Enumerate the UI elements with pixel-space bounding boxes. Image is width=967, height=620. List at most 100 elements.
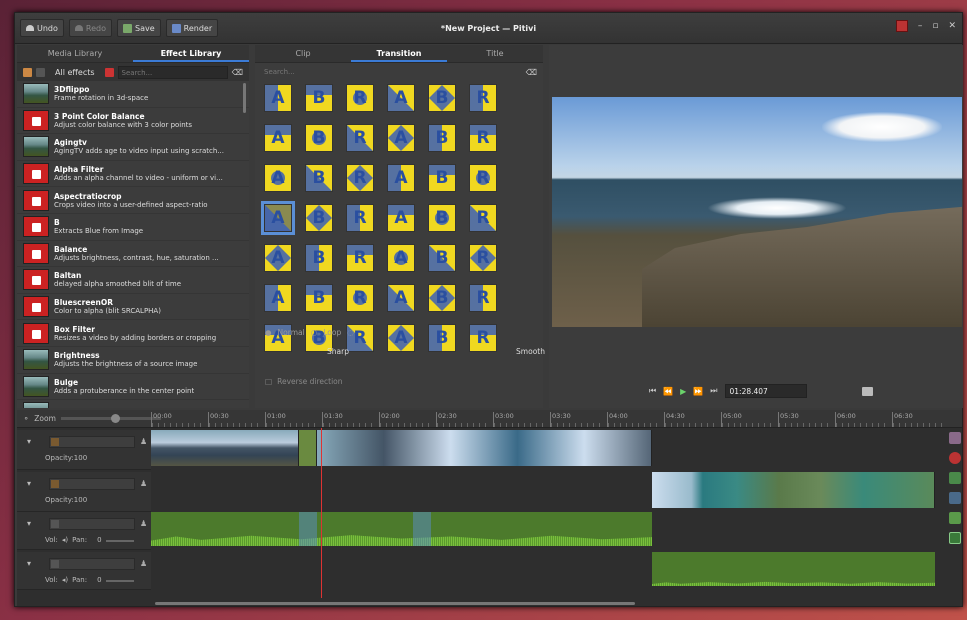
transition-thumbnail[interactable]: A — [264, 284, 292, 312]
expand-arrow-icon[interactable]: ▾ — [27, 559, 31, 568]
video-clip[interactable] — [317, 430, 652, 466]
redo-button[interactable]: Redo — [68, 19, 112, 37]
pan-slider[interactable] — [105, 540, 134, 542]
goto-end-icon[interactable]: ⏭ — [710, 386, 717, 396]
align-icon[interactable] — [949, 512, 961, 524]
rewind-icon[interactable]: ⏪ — [663, 387, 673, 396]
transition-thumbnail[interactable]: B — [305, 244, 333, 272]
effect-list-scrollbar[interactable] — [243, 83, 246, 113]
zoom-slider[interactable] — [60, 414, 161, 423]
transition-thumbnail[interactable]: B — [428, 204, 456, 232]
detach-viewer-icon[interactable] — [861, 386, 873, 396]
timeline-scrollbar[interactable] — [155, 602, 635, 605]
transition-search-input[interactable]: Search... — [261, 65, 522, 79]
pan-slider[interactable] — [105, 580, 134, 582]
layer-name-field[interactable] — [49, 436, 135, 448]
audio-transition[interactable] — [413, 512, 431, 546]
tab-transition[interactable]: Transition — [351, 45, 447, 62]
transition-thumbnail[interactable]: A — [387, 204, 415, 232]
transition-thumbnail[interactable]: A — [264, 84, 292, 112]
transition-thumbnail[interactable]: R — [469, 84, 497, 112]
transition-thumbnail[interactable]: R — [346, 244, 374, 272]
fast-forward-icon[interactable]: ⏩ — [693, 387, 703, 396]
solo-icon[interactable]: ♟ — [140, 519, 147, 528]
minimize-icon[interactable]: – — [918, 21, 923, 31]
effect-item[interactable]: 3Dflippo Frame rotation in 3d-space — [17, 81, 249, 108]
video-clip[interactable] — [151, 430, 299, 466]
audio-clip[interactable] — [151, 512, 652, 546]
transition-thumbnail[interactable]: B — [428, 124, 456, 152]
transition-thumbnail[interactable]: A — [387, 164, 415, 192]
transition-thumbnail[interactable]: A — [264, 124, 292, 152]
effect-item[interactable]: Agingtv AgingTV adds age to video input u… — [17, 134, 249, 161]
maximize-icon[interactable]: ▫ — [932, 21, 938, 31]
transition-thumbnail[interactable]: R — [346, 204, 374, 232]
split-icon[interactable] — [949, 432, 961, 444]
transition-thumbnail[interactable]: A — [261, 201, 295, 235]
ungroup-icon[interactable] — [949, 492, 961, 504]
effect-search-input[interactable]: Search... — [117, 65, 228, 79]
video-effects-icon[interactable] — [23, 67, 32, 77]
opacity-value[interactable]: 100 — [74, 496, 87, 504]
timecode-field[interactable]: 01:28.407 — [724, 384, 807, 398]
effect-item[interactable]: Bulge Adds a protuberance in the center p… — [17, 374, 249, 401]
effect-item[interactable]: Baltan delayed alpha smoothed blit of tim… — [17, 267, 249, 294]
transition-thumbnail[interactable]: B — [428, 84, 456, 112]
solo-icon[interactable]: ♟ — [140, 559, 147, 568]
transition-thumbnail[interactable]: B — [305, 84, 333, 112]
delete-icon[interactable] — [949, 452, 961, 464]
loop-radio[interactable]: ○ — [311, 328, 318, 337]
transition-thumbnail[interactable]: B — [428, 244, 456, 272]
effect-item[interactable]: B Extracts Blue from Image — [17, 214, 249, 241]
audio-transition[interactable] — [299, 512, 317, 546]
effect-item[interactable]: Aspectratiocrop Crops video into a user-d… — [17, 187, 249, 214]
pan-value[interactable]: 0 — [97, 536, 101, 544]
play-icon[interactable]: ▶ — [680, 387, 686, 396]
effect-item[interactable]: Box Filter Resizes a video by adding bord… — [17, 320, 249, 347]
transition-thumbnail[interactable]: B — [305, 204, 333, 232]
effect-item[interactable]: BluescreenOR Color to alpha (blit SRCALPH… — [17, 294, 249, 321]
transition-thumbnail[interactable]: B — [305, 164, 333, 192]
audio-clip[interactable] — [652, 552, 935, 586]
effect-item[interactable]: Brightness Adjusts the brightness of a so… — [17, 347, 249, 374]
layer-name-field[interactable] — [49, 558, 135, 570]
transition-thumbnail[interactable]: B — [428, 164, 456, 192]
group-icon[interactable] — [949, 472, 961, 484]
effect-item[interactable]: Balance Adjusts brightness, contrast, hue… — [17, 241, 249, 268]
fullscreen-icon[interactable] — [895, 20, 908, 32]
video-clip[interactable] — [652, 472, 935, 508]
transition-thumbnail[interactable]: R — [469, 204, 497, 232]
transition-clip[interactable] — [299, 430, 317, 466]
tab-media-library[interactable]: Media Library — [17, 45, 133, 62]
transition-thumbnail[interactable]: R — [346, 284, 374, 312]
effect-item[interactable]: 3 Point Color Balance Adjust color balanc… — [17, 108, 249, 135]
close-icon[interactable]: ✕ — [948, 21, 956, 31]
transition-thumbnail[interactable]: B — [305, 284, 333, 312]
goto-start-icon[interactable]: ⏮ — [649, 386, 656, 396]
transition-thumbnail[interactable]: A — [387, 84, 415, 112]
transition-thumbnail[interactable]: A — [387, 124, 415, 152]
expand-arrow-icon[interactable]: ▾ — [27, 437, 31, 446]
layer-name-field[interactable] — [49, 478, 135, 490]
render-button[interactable]: Render — [165, 19, 219, 37]
pan-value[interactable]: 0 — [97, 576, 101, 584]
solo-icon[interactable]: ♟ — [140, 479, 147, 488]
solo-icon[interactable]: ♟ — [140, 437, 147, 446]
transition-thumbnail[interactable]: R — [346, 84, 374, 112]
clear-search-icon[interactable]: ⌫ — [232, 68, 243, 77]
reverse-direction-checkbox[interactable]: □ — [265, 377, 272, 386]
expand-arrow-icon[interactable]: ▾ — [27, 479, 31, 488]
layer-name-field[interactable] — [49, 518, 135, 530]
transition-thumbnail[interactable]: R — [469, 284, 497, 312]
effect-category-select[interactable]: All effects — [49, 68, 101, 77]
opacity-value[interactable]: 100 — [74, 454, 87, 462]
audio-effects-icon[interactable] — [36, 67, 45, 77]
effect-item[interactable]: Burn — [17, 400, 249, 408]
playhead[interactable] — [321, 428, 322, 598]
transition-thumbnail[interactable]: B — [305, 124, 333, 152]
normal-radio[interactable]: ● — [265, 328, 272, 337]
tab-effect-library[interactable]: Effect Library — [133, 45, 249, 62]
transition-thumbnail[interactable]: A — [264, 164, 292, 192]
transition-thumbnail[interactable]: A — [264, 244, 292, 272]
clear-search-icon[interactable]: ⌫ — [526, 68, 537, 77]
